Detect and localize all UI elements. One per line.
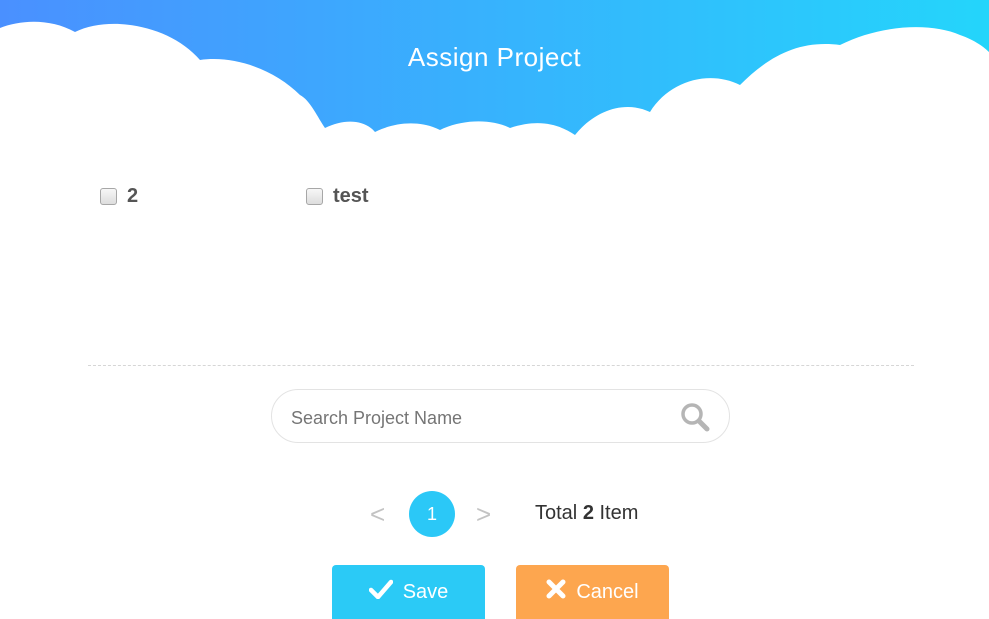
check-icon — [368, 579, 393, 605]
search-box — [271, 389, 730, 443]
assign-project-dialog: Assign Project 2 test < 1 > Total 2 Item — [0, 0, 989, 619]
total-count: 2 — [582, 502, 594, 524]
section-divider — [88, 365, 914, 366]
cloud-header-background — [0, 0, 989, 150]
dialog-title: Assign Project — [407, 42, 582, 72]
cancel-label: Cancel — [576, 580, 639, 603]
project-checkbox[interactable] — [100, 188, 117, 205]
search-icon[interactable] — [679, 401, 711, 433]
previous-page-button[interactable]: < — [370, 499, 385, 530]
project-checkbox[interactable] — [306, 188, 323, 205]
x-icon — [546, 579, 566, 605]
project-item-2[interactable]: 2 — [100, 185, 138, 208]
project-label: 2 — [127, 185, 139, 207]
current-page-button[interactable]: 1 — [409, 491, 455, 537]
next-page-button[interactable]: > — [476, 499, 491, 530]
cancel-button[interactable]: Cancel — [516, 565, 669, 619]
dialog-header: Assign Project — [0, 0, 989, 150]
project-item-test[interactable]: test — [306, 185, 369, 208]
total-prefix: Total — [535, 502, 578, 524]
project-label: test — [333, 185, 369, 207]
total-items-label: Total 2 Item — [535, 502, 638, 525]
save-label: Save — [402, 580, 449, 603]
total-suffix: Item — [599, 502, 639, 524]
search-input[interactable] — [289, 402, 673, 434]
save-button[interactable]: Save — [332, 565, 485, 619]
